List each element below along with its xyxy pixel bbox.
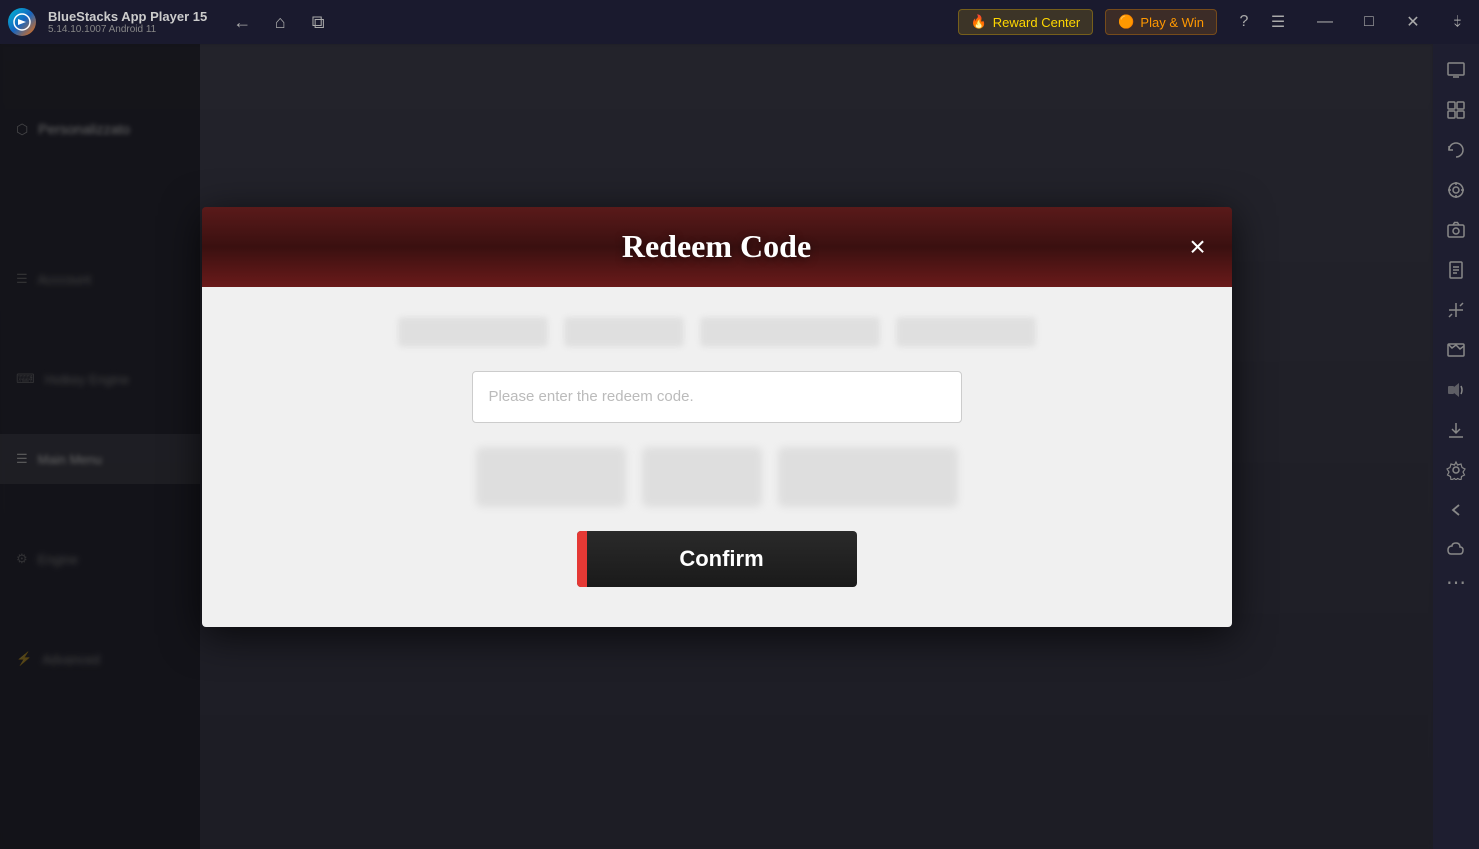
modal-body: Confirm (202, 287, 1232, 627)
sidebar-grid-icon[interactable] (1438, 92, 1474, 128)
close-icon: × (1189, 233, 1205, 261)
sidebar-apk-icon[interactable] (1438, 252, 1474, 288)
window-close-button[interactable]: ✕ (1391, 0, 1435, 44)
minimize-button[interactable]: — (1303, 0, 1347, 44)
sidebar-resize-icon[interactable] (1438, 292, 1474, 328)
titlebar: BlueStacks App Player 15 5.14.10.1007 An… (0, 0, 1479, 44)
window-controls: — □ ✕ ⤈ (1303, 0, 1479, 44)
app-name-block: BlueStacks App Player 15 5.14.10.1007 An… (48, 9, 207, 35)
sidebar-target-icon[interactable] (1438, 172, 1474, 208)
reward-center-label: Reward Center (993, 15, 1080, 30)
sidebar-arrow-left-icon[interactable] (1438, 492, 1474, 528)
confirm-button[interactable]: Confirm (577, 531, 857, 587)
redeem-code-modal: Redeem Code × (202, 207, 1232, 627)
maximize-button[interactable]: □ (1347, 0, 1391, 44)
help-button[interactable]: ? (1229, 7, 1259, 37)
confirm-label: Confirm (679, 546, 763, 572)
sidebar-volume-icon[interactable] (1438, 372, 1474, 408)
reward-center-button[interactable]: 🔥 Reward Center (958, 9, 1094, 35)
play-win-label: Play & Win (1140, 15, 1204, 30)
logo-circle (8, 8, 36, 36)
sidebar-refresh-icon[interactable] (1438, 132, 1474, 168)
sidebar-cloud-icon[interactable] (1438, 532, 1474, 568)
sidebar-screenshot-icon[interactable] (1438, 332, 1474, 368)
app-logo (0, 0, 44, 44)
titlebar-actions: 🔥 Reward Center 🟠 Play & Win ? ☰ (958, 7, 1293, 37)
right-sidebar: ⋯ (1433, 44, 1479, 849)
sidebar-screen-icon[interactable] (1438, 52, 1474, 88)
sidebar-settings-icon[interactable] (1438, 452, 1474, 488)
sidebar-camera-icon[interactable] (1438, 212, 1474, 248)
play-and-win-button[interactable]: 🟠 Play & Win (1105, 9, 1217, 35)
reward-icon: 🔥 (971, 14, 987, 30)
modal-title: Redeem Code (622, 228, 811, 265)
main-content: ⬡ Personalizzato ☰ Acccount ⌨ Hotkey Eng… (0, 44, 1433, 849)
bg-row-2 (476, 447, 958, 507)
home-button[interactable]: ⌂ (265, 7, 295, 37)
confirm-button-accent (577, 531, 587, 587)
modal-header: Redeem Code × (202, 207, 1232, 287)
modal-overlay: Redeem Code × (0, 44, 1433, 849)
modal-close-button[interactable]: × (1180, 229, 1216, 265)
sidebar-more-icon[interactable]: ⋯ (1438, 572, 1474, 592)
app-name: BlueStacks App Player 15 (48, 9, 207, 24)
play-win-icon: 🟠 (1118, 14, 1134, 30)
snap-button[interactable]: ⤈ (1435, 0, 1479, 44)
back-button[interactable]: ← (227, 7, 257, 37)
nav-buttons: ← ⌂ ⧉ (227, 7, 333, 37)
tabs-button[interactable]: ⧉ (303, 7, 333, 37)
app-version: 5.14.10.1007 Android 11 (48, 24, 207, 35)
sidebar-download-icon[interactable] (1438, 412, 1474, 448)
redeem-code-input[interactable] (472, 371, 962, 423)
titlebar-icon-buttons: ? ☰ (1229, 7, 1293, 37)
bg-row-1 (398, 317, 1036, 347)
menu-button[interactable]: ☰ (1263, 7, 1293, 37)
